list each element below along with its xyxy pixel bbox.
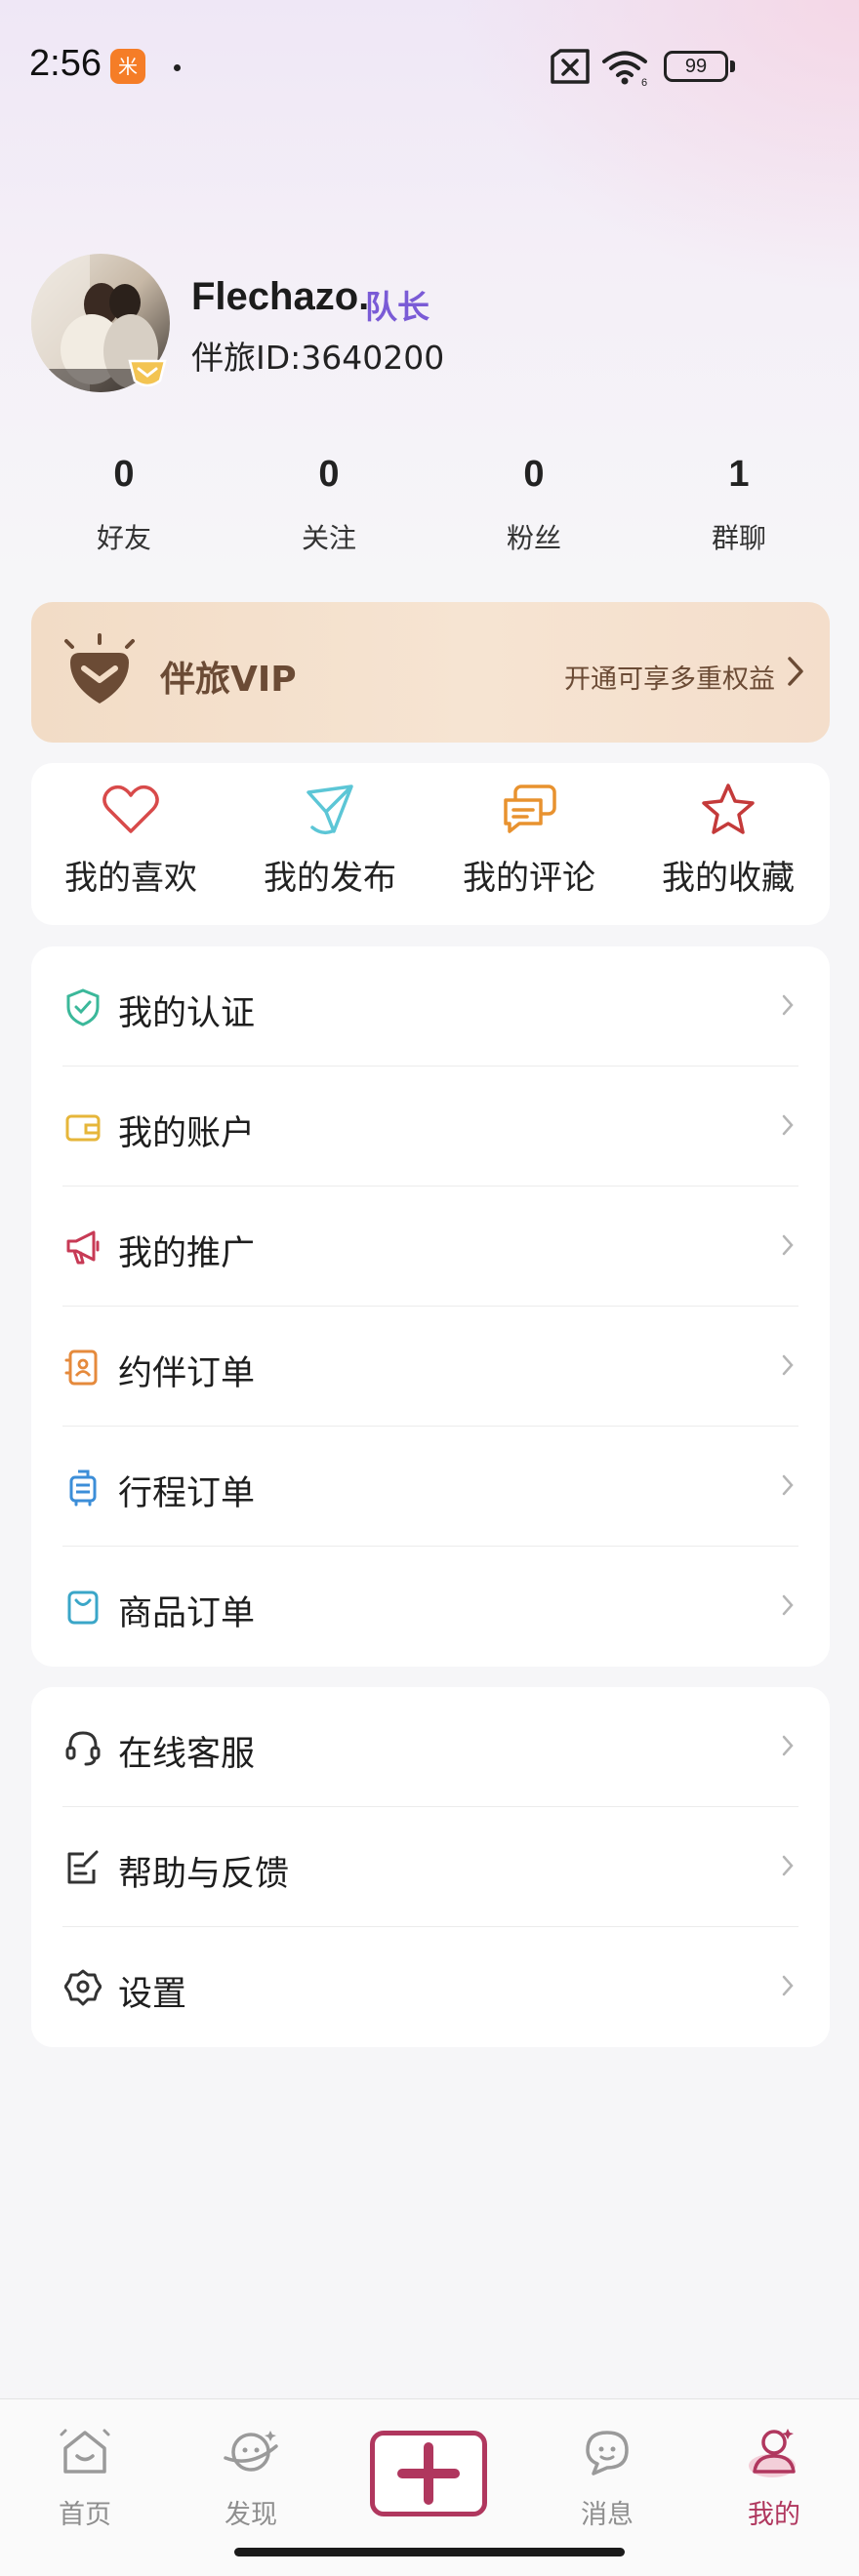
quick-action-comments[interactable]: 我的评论 — [430, 781, 629, 899]
chevron-right-icon — [788, 657, 803, 686]
chevron-right-icon — [782, 1855, 794, 1876]
battery-tip — [730, 60, 735, 72]
vip-title: 伴旅VIP — [160, 660, 297, 700]
comment-icon — [504, 785, 556, 833]
chevron-right-icon — [782, 1114, 794, 1136]
chevron-right-icon — [782, 1354, 794, 1376]
menu-item-label: 行程订单 — [118, 1474, 256, 1513]
stat-label: 粉丝 — [506, 522, 561, 554]
luggage-icon — [69, 1469, 97, 1507]
nav-label: 我的 — [748, 2500, 800, 2530]
stat-value: 0 — [318, 454, 340, 495]
stat-label: 群聊 — [711, 522, 766, 554]
home-indicator — [234, 2548, 625, 2556]
menu-item-label: 在线客服 — [118, 1735, 256, 1774]
chevron-right-icon — [782, 1474, 794, 1496]
vip-crown-badge-icon — [128, 359, 167, 387]
heart-icon — [102, 785, 159, 833]
chevron-right-icon — [782, 994, 794, 1016]
stat-group-chats[interactable]: 1 群聊 — [641, 454, 837, 556]
menu-item-label: 约伴订单 — [118, 1354, 256, 1393]
menu-item-label: 我的推广 — [118, 1234, 256, 1273]
wallet-icon — [65, 1114, 101, 1142]
svg-text:6: 6 — [641, 77, 647, 88]
nav-label: 首页 — [59, 2500, 111, 2530]
menu-item-label: 我的认证 — [118, 994, 256, 1033]
menu-item-label: 我的账户 — [118, 1114, 256, 1153]
headset-icon — [65, 1731, 101, 1766]
nav-messages[interactable]: 消息 — [549, 2423, 666, 2531]
stat-label: 好友 — [96, 522, 151, 554]
app-notification-icon: 米 — [110, 49, 145, 84]
shield-check-icon — [66, 988, 100, 1026]
stat-value: 1 — [728, 454, 750, 495]
nav-profile[interactable]: 我的 — [716, 2423, 833, 2531]
quick-action-label: 我的喜欢 — [64, 859, 197, 898]
plus-icon — [397, 2442, 460, 2505]
settings-icon — [64, 1969, 102, 2006]
vip-hint: 开通可享多重权益 — [564, 664, 775, 695]
stat-friends[interactable]: 0 好友 — [26, 454, 222, 556]
menu-item-label: 设置 — [118, 1975, 187, 2014]
notification-dot — [174, 64, 181, 71]
message-icon — [586, 2431, 629, 2475]
status-time: 2:56 — [29, 43, 102, 84]
stat-following[interactable]: 0 关注 — [231, 454, 427, 556]
quick-action-label: 我的发布 — [264, 859, 396, 898]
profile-icon — [749, 2429, 796, 2477]
bottom-nav: 首页 发现 消息 我的 — [0, 2398, 859, 2576]
menu-card-support: 在线客服 帮助与反馈 设置 — [31, 1687, 830, 2047]
vip-banner[interactable]: 伴旅VIP 开通可享多重权益 — [31, 602, 830, 743]
chevron-right-icon — [782, 1234, 794, 1256]
nav-discover[interactable]: 发现 — [192, 2423, 309, 2531]
username: Flechazo. — [191, 275, 370, 318]
wifi-icon: 6 — [602, 51, 647, 88]
menu-item-product-orders[interactable]: 商品订单 — [31, 1547, 830, 1667]
quick-actions: 我的喜欢 我的发布 我的评论 我的收藏 — [31, 763, 830, 925]
quick-action-likes[interactable]: 我的喜欢 — [31, 781, 230, 899]
vip-gem-icon — [64, 633, 135, 704]
companion-order-icon — [64, 1349, 98, 1386]
stat-value: 0 — [113, 454, 135, 495]
quick-action-label: 我的评论 — [463, 859, 595, 898]
feedback-icon — [67, 1850, 99, 1884]
nav-label: 发现 — [225, 2500, 277, 2530]
menu-item-trip-orders[interactable]: 行程订单 — [31, 1427, 830, 1547]
menu-item-help-feedback[interactable]: 帮助与反馈 — [31, 1807, 830, 1927]
discover-icon — [224, 2431, 278, 2472]
menu-item-companion-orders[interactable]: 约伴订单 — [31, 1307, 830, 1427]
chevron-right-icon — [782, 1594, 794, 1616]
menu-item-label: 商品订单 — [118, 1594, 256, 1633]
shopping-bag-icon — [67, 1590, 99, 1625]
menu-item-label: 帮助与反馈 — [118, 1855, 290, 1894]
menu-item-settings[interactable]: 设置 — [31, 1927, 830, 2047]
paper-plane-icon — [307, 785, 353, 835]
megaphone-icon — [66, 1230, 100, 1265]
menu-item-verification[interactable]: 我的认证 — [31, 946, 830, 1067]
menu-item-customer-service[interactable]: 在线客服 — [31, 1687, 830, 1807]
stat-label: 关注 — [301, 522, 356, 554]
home-icon — [60, 2429, 110, 2474]
status-bar: 2:56 米 6 99 — [0, 0, 859, 137]
menu-card-orders: 我的认证 我的账户 我的推广 约伴订单 行程订单 商品订单 — [31, 946, 830, 1667]
star-icon — [702, 784, 755, 834]
menu-item-promotion[interactable]: 我的推广 — [31, 1187, 830, 1307]
quick-action-favorites[interactable]: 我的收藏 — [629, 781, 828, 899]
stat-value: 0 — [523, 454, 545, 495]
sim-off-icon — [551, 49, 590, 84]
menu-item-account[interactable]: 我的账户 — [31, 1067, 830, 1187]
quick-action-posts[interactable]: 我的发布 — [230, 781, 430, 899]
chevron-right-icon — [782, 1975, 794, 1996]
nav-home[interactable]: 首页 — [26, 2423, 143, 2531]
user-id: 伴旅ID:3640200 — [191, 339, 445, 377]
chevron-right-icon — [782, 1735, 794, 1756]
battery-indicator: 99 — [664, 51, 728, 82]
role-tag: 队长 — [365, 288, 430, 326]
quick-action-label: 我的收藏 — [662, 859, 795, 898]
nav-label: 消息 — [581, 2500, 634, 2530]
stat-fans[interactable]: 0 粉丝 — [436, 454, 632, 556]
publish-button[interactable] — [370, 2431, 487, 2516]
